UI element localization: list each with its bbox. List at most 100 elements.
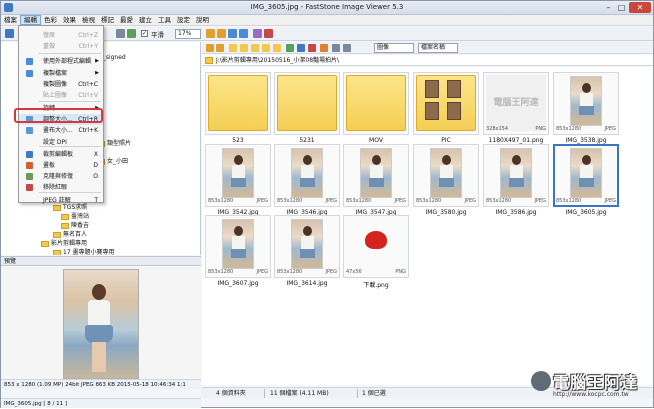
menu-2[interactable]: 色彩	[41, 15, 60, 25]
new-folder-icon[interactable]	[251, 44, 259, 52]
tree-item[interactable]: 陳香吉	[61, 220, 89, 229]
smooth-checkbox[interactable]: ✓	[141, 30, 148, 37]
menu-1[interactable]: 編輯	[20, 15, 41, 25]
thumbnail[interactable]: 853x1280 JPEG IMG_3546.jpg	[274, 144, 340, 216]
forward-icon[interactable]	[216, 44, 224, 52]
open-icon[interactable]	[5, 29, 14, 38]
edit-menu-item[interactable]: 裁剪編輯板 X	[19, 149, 103, 160]
thumbnail-name: IMG_3614.jpg	[286, 280, 328, 287]
tree-item[interactable]: 17 畫專題小賽專用	[53, 247, 115, 255]
thumbnail[interactable]: 853x1280 JPEG IMG_3547.jpg	[343, 144, 409, 216]
menu-item-label: 畫布大小...	[43, 127, 73, 134]
delete-icon[interactable]	[308, 44, 316, 52]
fullscreen-icon[interactable]	[116, 29, 125, 38]
menu-item-shortcut: Ctrl+Z	[78, 32, 98, 39]
edit-menu-item[interactable]: 貼上圖像 Ctrl+V	[19, 90, 103, 101]
zoom-out-icon[interactable]	[217, 29, 226, 38]
thumbnail[interactable]: 5231	[274, 72, 340, 144]
photo-image	[222, 219, 254, 269]
menu-separator	[39, 53, 101, 54]
favorite-folder-icon[interactable]	[240, 44, 248, 52]
photo-icon	[447, 102, 461, 120]
menu-item-shortcut: D	[93, 162, 98, 169]
view-select[interactable]: 圖像	[374, 43, 414, 53]
menu-item-shortcut: Ctrl+Y	[78, 43, 98, 50]
edit-menu-item[interactable]: 畫板 D	[19, 160, 103, 171]
back-icon[interactable]	[206, 44, 214, 52]
edit-menu-item[interactable]: 克隆與修復 O	[19, 171, 103, 182]
redeye-icon[interactable]	[264, 29, 273, 38]
zoom-in-icon[interactable]	[206, 29, 215, 38]
maximize-button[interactable]: □	[615, 2, 628, 13]
rotate-right-icon[interactable]	[239, 29, 248, 38]
preview-photo[interactable]	[63, 269, 139, 379]
edit-menu-item[interactable]: 復原 Ctrl+Z	[19, 30, 103, 41]
select-icon[interactable]	[297, 44, 305, 52]
logo-image: 電腦王阿達	[486, 75, 546, 131]
photo-image	[291, 148, 323, 198]
menu-item-label: 複製檔案	[43, 70, 68, 77]
menu-item-shortcut: Ctrl+V	[78, 92, 98, 99]
menu-item-icon	[26, 173, 33, 180]
zoom-select[interactable]: 17%	[175, 29, 201, 39]
edit-menu-item[interactable]: JPEG 註解 T	[19, 195, 103, 206]
thumbnail[interactable]: 853x1280 JPEG IMG_3605.jpg	[553, 144, 619, 216]
menu-5[interactable]: 標記	[98, 15, 117, 25]
folder-up-icon[interactable]	[229, 44, 237, 52]
status-folders: 4 個資料夾	[216, 390, 246, 397]
thumbnail-name: 523	[232, 137, 244, 144]
menu-9[interactable]: 設定	[174, 15, 193, 25]
thumbnail[interactable]: PIC	[413, 72, 479, 144]
thumbnail[interactable]: 853x1280 JPEG IMG_3542.jpg	[205, 144, 271, 216]
edit-menu-item[interactable]: 使用外部程式編輯 ▶	[19, 56, 103, 67]
refresh-icon[interactable]	[286, 44, 294, 52]
slideshow-icon[interactable]	[127, 29, 136, 38]
menu-3[interactable]: 效果	[60, 15, 79, 25]
thumbnail[interactable]: 523	[205, 72, 271, 144]
path-bar[interactable]: J:\影片剪輯專用\20150516_小潔08豔場拍片\	[202, 55, 653, 66]
menu-item-shortcut: T	[94, 197, 98, 204]
print-icon[interactable]	[343, 44, 351, 52]
tree-item[interactable]: 影片剪輯專用	[41, 238, 87, 247]
thumbnail[interactable]: 853x1280 JPEG IMG_3607.jpg	[205, 215, 271, 287]
settings-icon[interactable]	[320, 44, 328, 52]
menu-item-label: 克隆與修復	[43, 173, 74, 180]
sort-select[interactable]: 檔案名稱	[418, 43, 458, 53]
photo-icon	[447, 80, 461, 98]
move-folder-icon[interactable]	[273, 44, 281, 52]
menu-8[interactable]: 工具	[155, 15, 174, 25]
thumbnail[interactable]: MOV	[343, 72, 409, 144]
crab-image	[365, 231, 387, 249]
status-selected: 1 個已選	[362, 390, 386, 397]
menu-10[interactable]: 說明	[193, 15, 212, 25]
thumbnail-name: 1180X497_01.png	[488, 137, 544, 144]
minimize-button[interactable]: –	[602, 2, 615, 13]
menu-4[interactable]: 檢視	[79, 15, 98, 25]
rotate-left-icon[interactable]	[228, 29, 237, 38]
menu-6[interactable]: 最愛	[117, 15, 136, 25]
thumbnail[interactable]: 853x1280 JPEG IMG_3614.jpg	[274, 215, 340, 287]
edit-menu-item[interactable]: 複製檔案 ▶	[19, 68, 103, 79]
email-icon[interactable]	[332, 44, 340, 52]
folder-icon	[346, 75, 406, 131]
thumbnail-dims: 853x1280	[556, 126, 582, 132]
thumbnail[interactable]: 853x1280 JPEG IMG_3538.jpg	[553, 72, 619, 144]
edit-menu-item[interactable]: 重做 Ctrl+Y	[19, 41, 103, 52]
edit-menu-item[interactable]: 畫布大小... Ctrl+K	[19, 125, 103, 136]
thumbnail-format: PNG	[535, 126, 546, 132]
tree-item[interactable]: 臺灣站	[61, 211, 89, 220]
edit-menu-item[interactable]: 複製圖像 Ctrl+C	[19, 79, 103, 90]
menu-7[interactable]: 建立	[136, 15, 155, 25]
thumbnail[interactable]: 電腦王阿達 328x154 PNG 1180X497_01.png	[483, 72, 549, 144]
thumbnail[interactable]: 47x56 PNG 下載.png	[343, 215, 409, 289]
watermark-text: 電腦王阿達	[553, 373, 639, 392]
copy-folder-icon[interactable]	[262, 44, 270, 52]
thumbnail[interactable]: 853x1280 JPEG IMG_3586.jpg	[483, 144, 549, 216]
close-button[interactable]: ✕	[629, 2, 651, 13]
tree-item[interactable]: 無名百人	[53, 229, 87, 238]
crop-icon[interactable]	[253, 29, 262, 38]
menu-separator	[39, 146, 101, 147]
thumbnail[interactable]: 853x1280 JPEG IMG_3580.jpg	[413, 144, 479, 216]
thumbnail-format: JPEG	[256, 269, 268, 275]
menu-0[interactable]: 檔案	[1, 15, 20, 25]
